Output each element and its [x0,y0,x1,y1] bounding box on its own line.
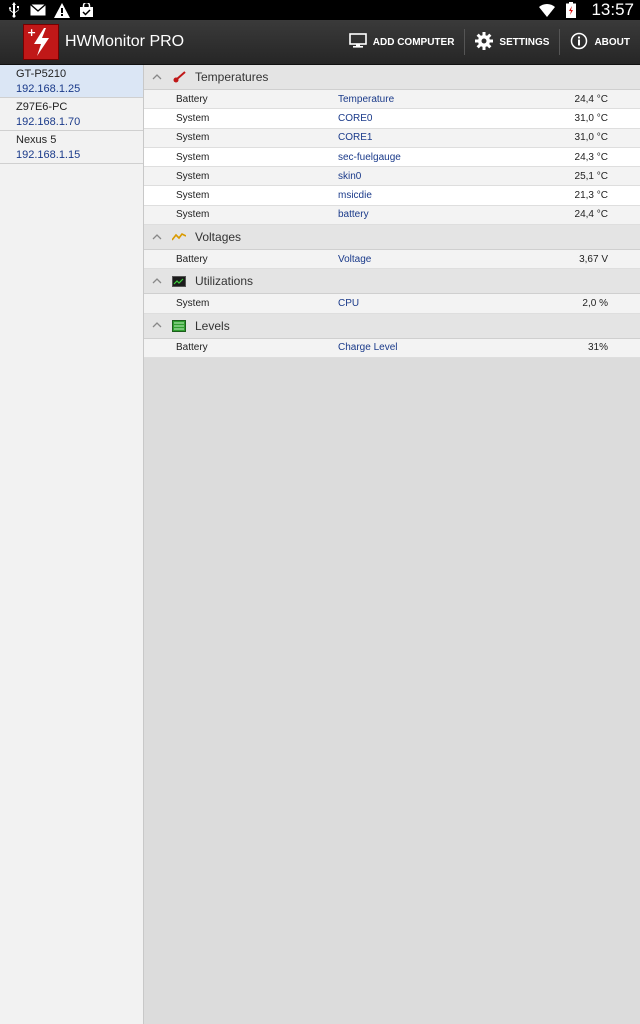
row-sensor: msicdie [338,190,372,202]
usb-icon [6,2,22,18]
row-sensor: Charge Level [338,342,398,354]
row-source: System [176,132,210,144]
device-ip: 192.168.1.25 [16,83,81,95]
status-system: 13:57 [539,0,634,20]
row-value: 31,0 °C [574,132,608,144]
row-source: Battery [176,253,208,265]
row-sensor: skin0 [338,170,362,182]
row-source: System [176,209,210,221]
section-title: Utilizations [195,274,254,289]
settings-button[interactable]: SETTINGS [465,20,559,64]
device-list: GT-P5210 192.168.1.25 Z97E6-PC 192.168.1… [0,65,144,1024]
wifi-icon [539,2,556,18]
thermometer-icon [172,71,186,83]
section-title: Levels [195,318,230,333]
row-sensor: CORE0 [338,112,373,124]
table-row: System battery 24,4 °C [144,205,640,226]
row-value: 2,0 % [582,298,608,310]
device-name: Z97E6-PC [16,101,68,113]
sensor-panel: Temperatures Battery Temperature 24,4 °C… [144,65,640,1024]
section-header-utilizations[interactable]: Utilizations [144,269,640,295]
chevron-up-icon [152,320,164,331]
svg-text:+: + [27,26,36,39]
row-value: 24,3 °C [574,151,608,163]
info-icon [570,32,588,53]
chevron-up-icon [152,72,164,83]
row-source: Battery [176,342,208,354]
row-source: System [176,151,210,163]
section-header-levels[interactable]: Levels [144,313,640,339]
table-row: System CORE0 31,0 °C [144,109,640,129]
utilization-monitor-icon [172,275,186,287]
add-computer-button[interactable]: ADD COMPUTER [339,20,465,64]
app-title: HWMonitor PRO [65,33,185,50]
status-notifications [6,2,94,18]
row-value: 31% [587,342,608,354]
device-item-nexus-5[interactable]: Nexus 5 192.168.1.15 [0,131,143,164]
row-sensor: Temperature [338,93,395,105]
add-computer-label: ADD COMPUTER [372,36,455,48]
levels-icon [172,319,186,332]
chevron-up-icon [152,232,164,243]
table-row: System CORE1 31,0 °C [144,128,640,148]
table-row: Battery Charge Level 31% [144,338,640,358]
app-logo[interactable]: + [23,24,59,60]
action-buttons: ADD COMPUTER SETTINGS ABOUT [339,20,640,64]
settings-label: SETTINGS [499,36,550,48]
row-value: 24,4 °C [574,209,608,221]
warning-icon [54,2,70,18]
section-title: Temperatures [195,70,269,84]
row-value: 24,4 °C [574,93,608,105]
table-row: Battery Voltage 3,67 V [144,250,640,270]
row-sensor: CPU [338,298,360,310]
device-name: GT-P5210 [16,68,67,80]
voltage-icon [172,231,186,243]
row-sensor: sec-fuelgauge [338,151,401,163]
row-source: Battery [176,93,208,105]
table-row: System skin0 25,1 °C [144,167,640,187]
status-bar: 13:57 [0,0,640,20]
table-row: System sec-fuelgauge 24,3 °C [144,147,640,168]
row-source: System [176,298,210,310]
shopping-bag-icon [78,2,94,18]
monitor-icon [348,32,367,52]
action-bar: + HWMonitor PRO ADD COMPUTER SETTINGS AB… [0,20,640,65]
section-header-voltages[interactable]: Voltages [144,225,640,251]
device-ip: 192.168.1.70 [16,116,81,128]
row-value: 31,0 °C [574,112,608,124]
device-ip: 192.168.1.15 [16,149,81,161]
table-row: System CPU 2,0 % [144,294,640,314]
table-row: Battery Temperature 24,4 °C [144,90,640,110]
status-time: 13:57 [591,0,634,19]
device-item-gt-p5210[interactable]: GT-P5210 192.168.1.25 [0,65,143,98]
mail-icon [30,2,46,18]
row-value: 21,3 °C [574,190,608,202]
row-sensor: battery [338,209,369,221]
table-row: System msicdie 21,3 °C [144,186,640,206]
device-item-z97e6-pc[interactable]: Z97E6-PC 192.168.1.70 [0,98,143,131]
gear-icon [475,31,494,53]
device-name: Nexus 5 [16,134,57,146]
about-label: ABOUT [594,36,630,48]
chevron-up-icon [152,276,164,287]
row-source: System [176,170,210,182]
row-value: 25,1 °C [574,170,608,182]
section-title: Voltages [195,230,242,245]
row-sensor: Voltage [338,253,372,265]
row-sensor: CORE1 [338,132,373,144]
row-value: 3,67 V [579,253,608,265]
about-button[interactable]: ABOUT [560,20,640,64]
row-source: System [176,112,210,124]
battery-low-icon [563,2,579,18]
section-header-temperatures[interactable]: Temperatures [144,65,640,90]
row-source: System [176,190,210,202]
